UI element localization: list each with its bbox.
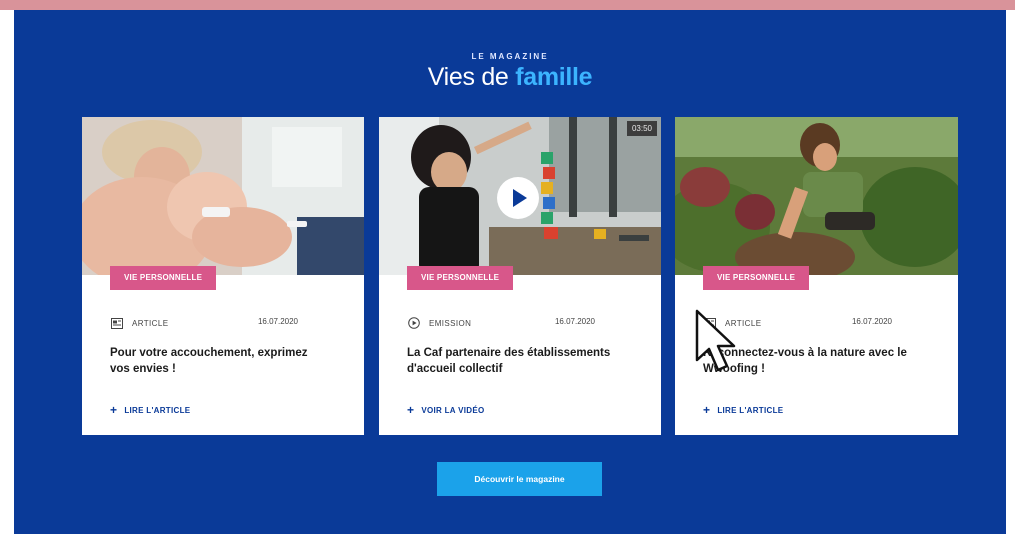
article-icon	[110, 317, 124, 329]
play-button[interactable]	[497, 177, 539, 219]
discover-magazine-button[interactable]: Découvrir le magazine	[437, 462, 602, 496]
section-header: LE MAGAZINE Vies de famille	[14, 52, 1006, 92]
category-tag[interactable]: VIE PERSONNELLE	[110, 266, 217, 290]
section-title: Vies de famille	[14, 63, 1006, 92]
mouse-cursor-icon	[695, 309, 736, 372]
title-plain: Vies de	[427, 63, 509, 91]
title-accent: famille	[515, 63, 593, 91]
page-margin-left	[0, 10, 14, 534]
card-photo-garden[interactable]	[675, 117, 958, 275]
card-photo-mother-baby[interactable]	[82, 117, 364, 275]
video-duration: 03:50	[626, 121, 657, 136]
plus-icon: +	[407, 403, 415, 417]
read-article-link[interactable]: + LIRE L'ARTICLE	[110, 403, 190, 417]
section-kicker: LE MAGAZINE	[471, 52, 549, 61]
card-photo-child-blocks[interactable]: 03:50	[379, 117, 661, 275]
category-tag[interactable]: VIE PERSONNELLE	[407, 266, 514, 290]
publish-date: 16.07.2020	[257, 317, 298, 326]
magazine-section: LE MAGAZINE Vies de famille VIE PERSONNE…	[14, 10, 1006, 534]
cta-label: LIRE L'ARTICLE	[124, 405, 191, 415]
plus-icon: +	[110, 403, 118, 417]
article-card-2[interactable]: 03:50 VIE PERSONNELLE EMISSION 16.07.202…	[379, 117, 661, 435]
category-tag[interactable]: VIE PERSONNELLE	[703, 266, 810, 290]
card-meta: EMISSION 16.07.2020	[407, 316, 595, 330]
publish-date: 16.07.2020	[851, 317, 892, 326]
play-circle-icon	[407, 317, 421, 329]
publish-date: 16.07.2020	[554, 317, 595, 326]
article-card-3[interactable]: VIE PERSONNELLE ARTICLE 16.07.2020 Recon…	[675, 117, 958, 435]
plus-icon: +	[703, 403, 711, 417]
watch-video-link[interactable]: + VOIR LA VIDÉO	[407, 403, 484, 417]
page-margin-right	[1006, 10, 1015, 534]
article-card-1[interactable]: VIE PERSONNELLE ARTICLE 16.07.2020 Pour …	[82, 117, 364, 435]
cta-label: VOIR LA VIDÉO	[421, 405, 485, 415]
play-icon	[513, 189, 527, 207]
card-headline[interactable]: Pour votre accouchement, exprimez vos en…	[110, 345, 325, 377]
read-article-link[interactable]: + LIRE L'ARTICLE	[703, 403, 783, 417]
cta-label: LIRE L'ARTICLE	[717, 405, 784, 415]
card-meta: ARTICLE 16.07.2020	[110, 316, 298, 330]
card-headline[interactable]: La Caf partenaire des établissements d'a…	[407, 345, 622, 377]
top-stripe	[0, 0, 1015, 10]
